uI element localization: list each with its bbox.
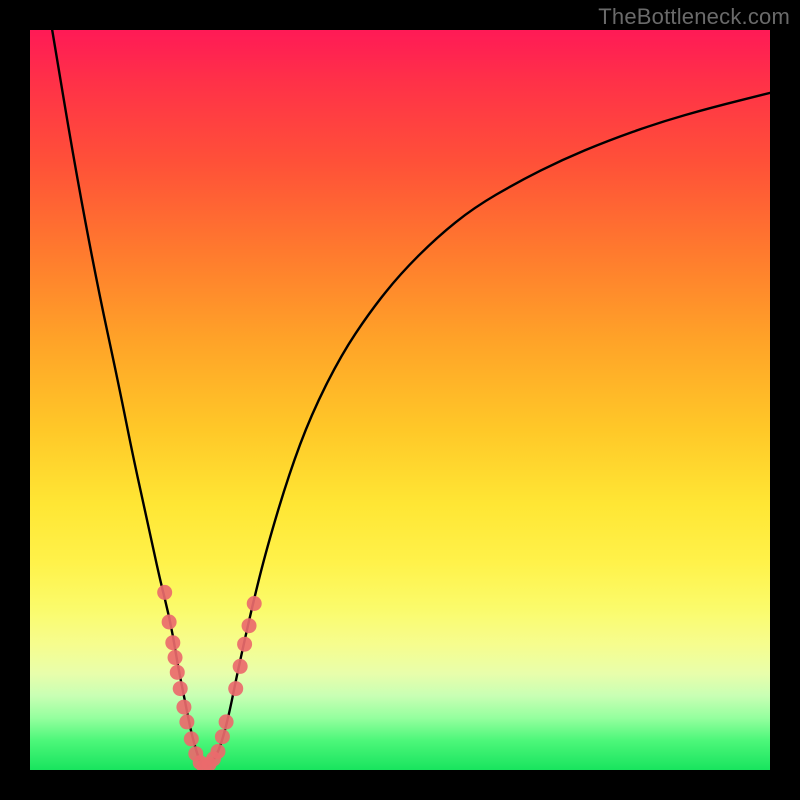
data-marker bbox=[210, 744, 225, 759]
chart-frame: TheBottleneck.com bbox=[0, 0, 800, 800]
data-marker bbox=[176, 700, 191, 715]
data-marker bbox=[228, 681, 243, 696]
data-marker bbox=[237, 637, 252, 652]
data-marker bbox=[179, 714, 194, 729]
data-marker bbox=[162, 615, 177, 630]
data-marker bbox=[165, 635, 180, 650]
data-marker bbox=[184, 731, 199, 746]
data-marker bbox=[170, 665, 185, 680]
chart-svg bbox=[30, 30, 770, 770]
curve-markers bbox=[157, 585, 262, 770]
data-marker bbox=[233, 659, 248, 674]
data-marker bbox=[215, 729, 230, 744]
bottleneck-curve-path bbox=[52, 30, 770, 766]
plot-area bbox=[30, 30, 770, 770]
data-marker bbox=[168, 650, 183, 665]
data-marker bbox=[242, 618, 257, 633]
curve-line bbox=[52, 30, 770, 766]
data-marker bbox=[247, 596, 262, 611]
watermark-text: TheBottleneck.com bbox=[598, 4, 790, 30]
data-marker bbox=[173, 681, 188, 696]
data-marker bbox=[219, 714, 234, 729]
data-marker bbox=[157, 585, 172, 600]
